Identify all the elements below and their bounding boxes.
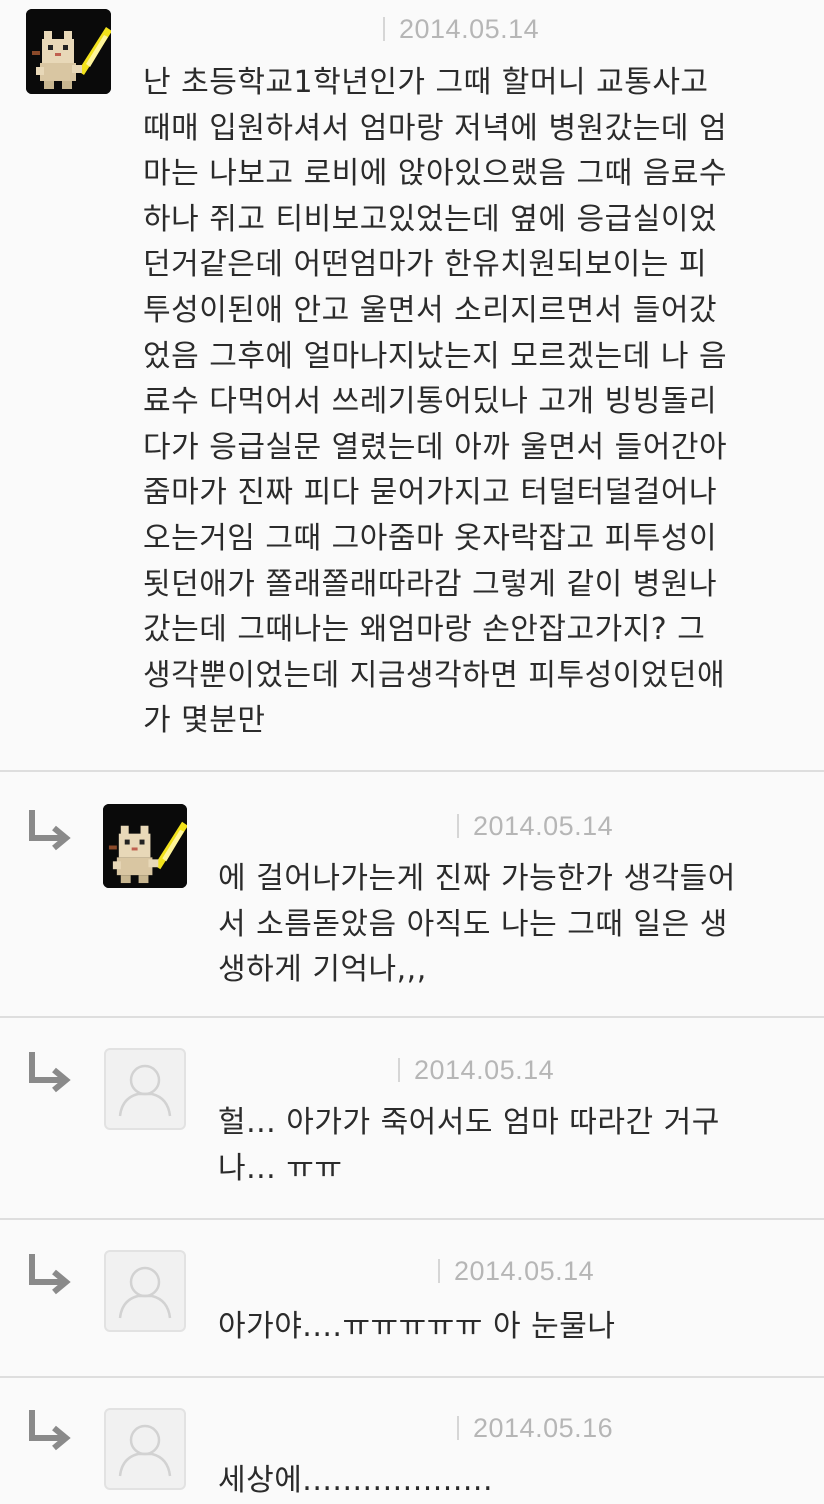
comment-date: 2014.05.14: [473, 810, 614, 841]
comment-feed: 2014.05.14 난 초등학교1학년인가 그때 할머니 교통사고 때매 입원…: [0, 0, 824, 1499]
reply-arrow-icon: [29, 1254, 71, 1295]
reply-item: 2014.05.14 에 걸어나가는게 진짜 가능한가 생각들어 서 소름돋았음…: [0, 772, 824, 1018]
meta-separator: [383, 17, 385, 41]
reply-arrow-icon: [29, 810, 71, 851]
pixel-cat-avatar[interactable]: [103, 804, 187, 888]
comment-meta: 2014.05.14: [438, 1251, 594, 1291]
reply-arrow-icon: [29, 1052, 71, 1093]
comment-meta: 2014.05.16: [457, 1408, 613, 1448]
meta-separator: [438, 1259, 440, 1283]
meta-separator: [457, 1416, 459, 1440]
comment-text: 에 걸어나가는게 진짜 가능한가 생각들어 서 소름돋았음 아직도 나는 그때 …: [218, 861, 736, 988]
comment-text: 헐... 아가가 죽어서도 엄마 따라간 거구 나... ㅠㅠ: [218, 1105, 720, 1186]
comment-item: 2014.05.14 난 초등학교1학년인가 그때 할머니 교통사고 때매 입원…: [0, 0, 824, 772]
comment-text: 난 초등학교1학년인가 그때 할머니 교통사고 때매 입원하셔서 엄마랑 저녁에…: [143, 65, 728, 739]
reply-item: 2014.05.16 세상에...................: [0, 1378, 824, 1499]
pixel-cat-avatar[interactable]: [26, 9, 111, 94]
meta-separator: [457, 814, 459, 838]
default-user-avatar[interactable]: [104, 1048, 186, 1130]
comment-date: 2014.05.16: [473, 1412, 614, 1443]
comment-meta: 2014.05.14: [383, 9, 539, 49]
comment-meta: 2014.05.14: [457, 806, 613, 846]
comment-text: 세상에...................: [218, 1463, 493, 1498]
comment-date: 2014.05.14: [399, 13, 540, 44]
comment-date: 2014.05.14: [414, 1054, 555, 1085]
comment-meta: 2014.05.14: [398, 1050, 554, 1090]
reply-item: 2014.05.14 헐... 아가가 죽어서도 엄마 따라간 거구 나... …: [0, 1018, 824, 1220]
comment-date: 2014.05.14: [454, 1255, 595, 1286]
comment-text: 아가야....ㅠㅠㅠㅠㅠ 아 눈물나: [218, 1309, 616, 1344]
default-user-avatar[interactable]: [104, 1250, 186, 1332]
reply-arrow-icon: [29, 1410, 71, 1451]
default-user-avatar[interactable]: [104, 1408, 186, 1490]
reply-item: 2014.05.14 아가야....ㅠㅠㅠㅠㅠ 아 눈물나: [0, 1220, 824, 1378]
meta-separator: [398, 1058, 400, 1082]
